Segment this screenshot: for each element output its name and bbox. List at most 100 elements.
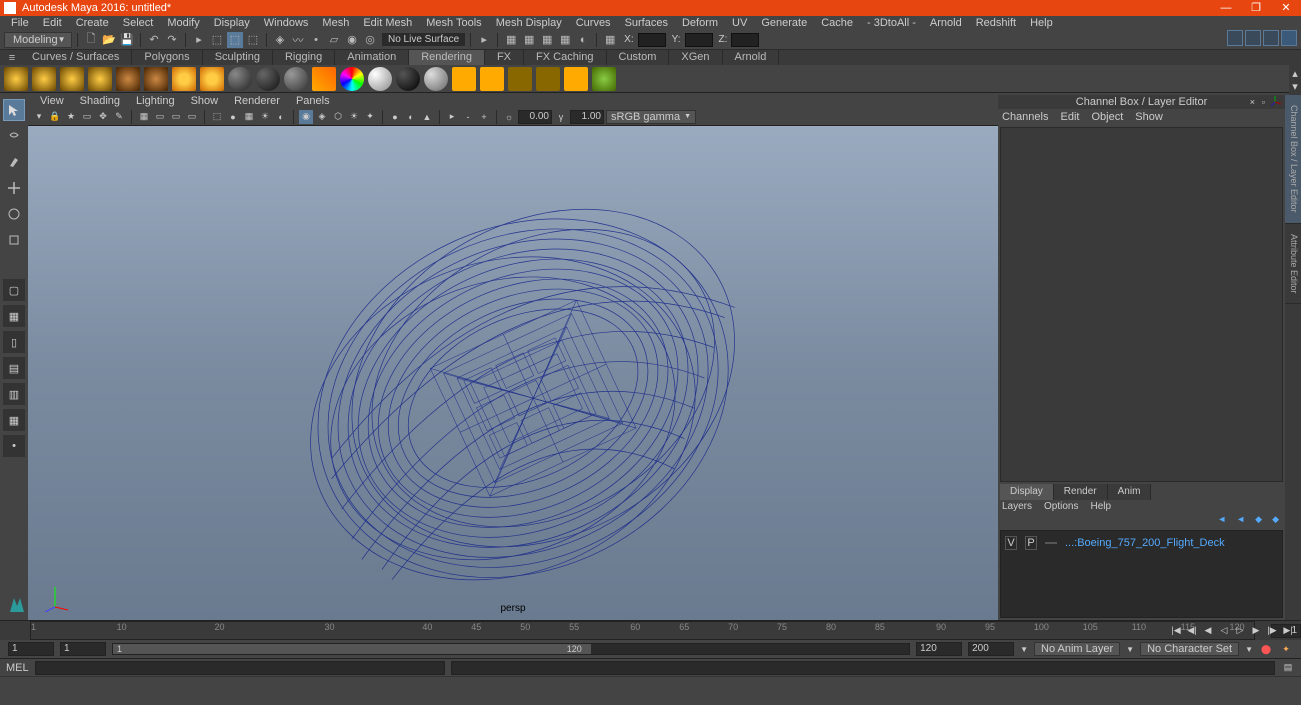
ambient-light-icon[interactable]	[4, 67, 28, 91]
menu-deform[interactable]: Deform	[675, 16, 725, 30]
uv-editor-icon[interactable]	[312, 67, 336, 91]
menu-help[interactable]: Help	[1023, 16, 1060, 30]
hypershade-open-icon[interactable]	[564, 67, 588, 91]
close-button[interactable]: ✕	[1271, 0, 1301, 16]
shaded-icon[interactable]: ●	[226, 110, 240, 124]
snap-grid-icon[interactable]: ◈	[272, 32, 288, 48]
layer-new-empty-icon[interactable]: ◆	[1255, 514, 1262, 528]
shelf-tab-rendering[interactable]: Rendering	[409, 50, 485, 65]
layer-menu-help[interactable]: Help	[1090, 500, 1111, 514]
batch-render-icon[interactable]	[508, 67, 532, 91]
default-light-icon[interactable]: ☀	[347, 110, 361, 124]
time-slider[interactable]: 1 10 20 30 40 45 50 55 60 65 70 75 80 85…	[0, 620, 1301, 640]
gamma-input[interactable]: 1.00	[570, 110, 604, 124]
colorspace-select[interactable]: sRGB gamma▼	[606, 110, 696, 124]
gate-mask-icon[interactable]: ▭	[185, 110, 199, 124]
ao-icon[interactable]: ●	[388, 110, 402, 124]
shelf-tab-fx[interactable]: FX	[485, 50, 524, 65]
menu-surfaces[interactable]: Surfaces	[618, 16, 675, 30]
layout-icon[interactable]	[1245, 30, 1261, 46]
shader-ball3-icon[interactable]	[284, 67, 308, 91]
maximize-button[interactable]: ❐	[1241, 0, 1271, 16]
shelf-tab-rigging[interactable]: Rigging	[273, 50, 335, 65]
layout-custom-icon[interactable]: •	[3, 435, 25, 457]
shelf-menu-icon[interactable]: ≡	[4, 50, 20, 66]
panel-dock-icon[interactable]: ▫	[1262, 95, 1265, 109]
layer-list[interactable]: V P ...:Boeing_757_200_Flight_Deck	[1000, 530, 1283, 618]
ch-menu-show[interactable]: Show	[1135, 111, 1163, 123]
isolate-icon[interactable]: ◉	[299, 110, 313, 124]
snap-point-icon[interactable]: •	[308, 32, 324, 48]
script-lang[interactable]: MEL	[6, 662, 29, 674]
make-live-icon[interactable]: ◎	[362, 32, 378, 48]
assign-material-icon[interactable]	[200, 67, 224, 91]
play-fwd-icon[interactable]: ▷	[1233, 624, 1247, 638]
hypershade-icon[interactable]: ◐	[575, 32, 591, 48]
panel-menu-show[interactable]: Show	[183, 95, 227, 108]
select-camera-icon[interactable]: ▾	[32, 110, 46, 124]
aa-icon[interactable]: ▲	[420, 110, 434, 124]
go-start-icon[interactable]: |◀	[1169, 624, 1183, 638]
select-comp-icon[interactable]: ⬚	[245, 32, 261, 48]
new-scene-icon[interactable]: 🗋	[83, 32, 99, 48]
menu-select[interactable]: Select	[116, 16, 161, 30]
layout-hyper-icon[interactable]: ▦	[3, 409, 25, 431]
snap-plane-icon[interactable]: ▱	[326, 32, 342, 48]
ch-menu-edit[interactable]: Edit	[1060, 111, 1079, 123]
panel-close-icon[interactable]: ×	[1250, 95, 1255, 109]
menu-mesh[interactable]: Mesh	[315, 16, 356, 30]
snap-curve-icon[interactable]: 〰	[290, 32, 306, 48]
redo-icon[interactable]: ↷	[164, 32, 180, 48]
textured-icon[interactable]: ▦	[242, 110, 256, 124]
create-material-icon[interactable]	[172, 67, 196, 91]
ch-menu-object[interactable]: Object	[1091, 111, 1123, 123]
layer-new-icon[interactable]: ◆	[1272, 514, 1279, 528]
range-end-inner[interactable]: 120	[916, 642, 962, 656]
ch-menu-channels[interactable]: Channels	[1002, 111, 1048, 123]
channel-box-icon[interactable]	[1263, 30, 1279, 46]
render-globals-icon[interactable]: ▦	[557, 32, 573, 48]
layer-move-down-icon[interactable]: ◄	[1236, 514, 1245, 528]
prefs-icon[interactable]: ✦	[1279, 642, 1293, 656]
menu-create[interactable]: Create	[69, 16, 116, 30]
paint-icon[interactable]	[592, 67, 616, 91]
layout-four-icon[interactable]: ▦	[3, 305, 25, 327]
scale-tool[interactable]	[3, 229, 25, 251]
range-start-inner[interactable]: 1	[60, 642, 106, 656]
go-end-icon[interactable]: ▶|	[1281, 624, 1295, 638]
ball-black-icon[interactable]	[396, 67, 420, 91]
wireframe-icon[interactable]: ⬚	[210, 110, 224, 124]
y-input[interactable]	[685, 33, 713, 47]
panel-menu-shading[interactable]: Shading	[72, 95, 128, 108]
x-input[interactable]	[638, 33, 666, 47]
layout-single-icon[interactable]: ▢	[3, 279, 25, 301]
menu-edit-mesh[interactable]: Edit Mesh	[356, 16, 419, 30]
layout-two-icon[interactable]: ▯	[3, 331, 25, 353]
viewport[interactable]: persp	[28, 126, 998, 620]
ipr-render-icon[interactable]	[480, 67, 504, 91]
gamma-icon[interactable]: γ	[554, 110, 568, 124]
range-end-outer[interactable]: 200	[968, 642, 1014, 656]
shelf-tab-curves[interactable]: Curves / Surfaces	[20, 50, 132, 65]
snap-live-icon[interactable]: ◉	[344, 32, 360, 48]
menu-display[interactable]: Display	[207, 16, 257, 30]
undo-icon[interactable]: ↶	[146, 32, 162, 48]
panel-menu-view[interactable]: View	[32, 95, 72, 108]
minimize-button[interactable]: —	[1211, 0, 1241, 16]
grease-pencil-icon[interactable]: ✎	[112, 110, 126, 124]
exposure-down-icon[interactable]: -	[461, 110, 475, 124]
shader-ball1-icon[interactable]	[228, 67, 252, 91]
2d-pan-icon[interactable]: ✥	[96, 110, 110, 124]
exposure-input[interactable]: 0.00	[518, 110, 552, 124]
channel-box-area[interactable]	[1000, 127, 1283, 482]
render-settings-icon[interactable]: ▦	[539, 32, 555, 48]
spot-light-icon[interactable]	[88, 67, 112, 91]
range-menu-icon[interactable]: ▼	[1020, 645, 1028, 654]
layer-tab-anim[interactable]: Anim	[1108, 484, 1152, 500]
panel-menu-renderer[interactable]: Renderer	[226, 95, 288, 108]
select-tool[interactable]	[3, 99, 25, 121]
resolution-gate-icon[interactable]: ▭	[169, 110, 183, 124]
autokey-icon[interactable]: ⬤	[1259, 642, 1273, 656]
layer-menu-layers[interactable]: Layers	[1002, 500, 1032, 514]
select-hier-icon[interactable]: ⬚	[209, 32, 225, 48]
